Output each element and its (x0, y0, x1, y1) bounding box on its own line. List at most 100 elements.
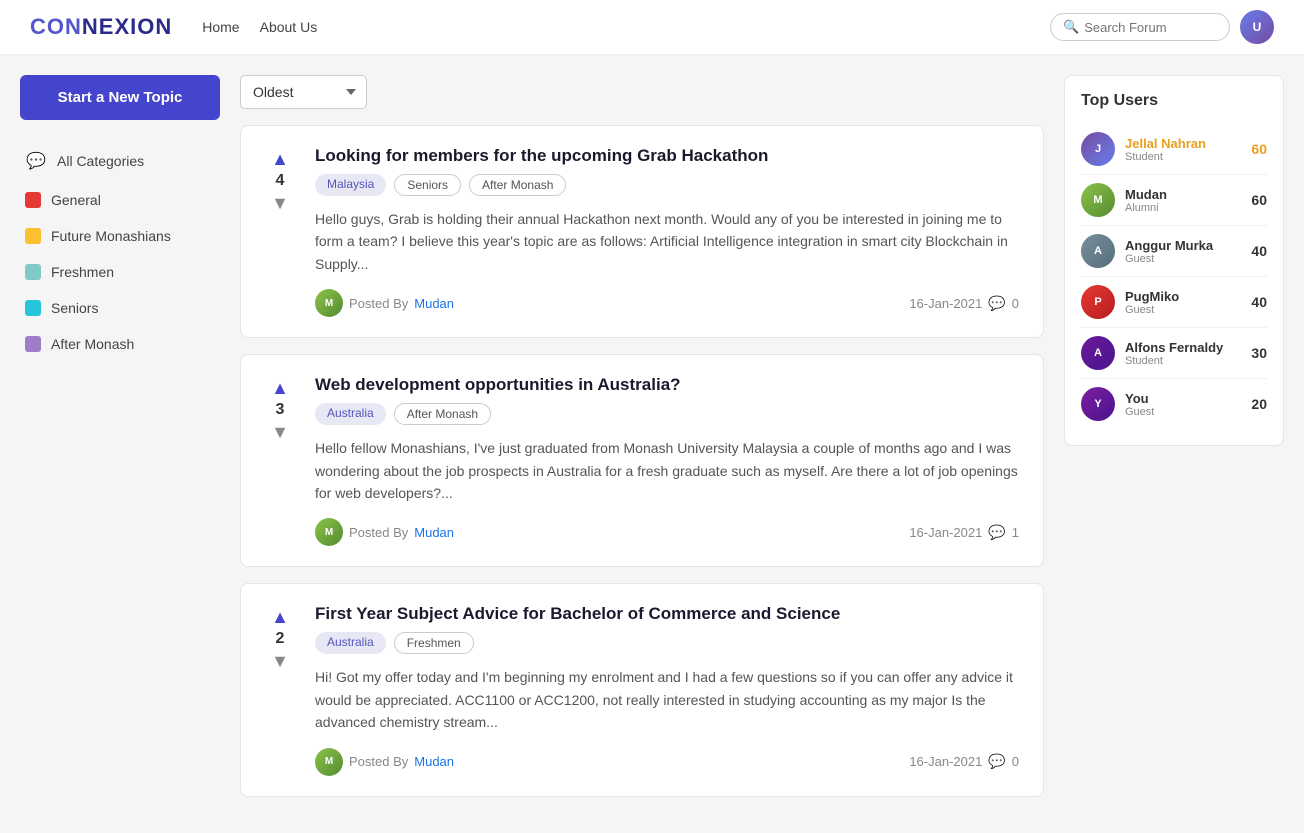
right-sidebar: Top Users J Jellal Nahran Student 60 M M… (1064, 75, 1284, 813)
user-row-jellal: J Jellal Nahran Student 60 (1081, 124, 1267, 175)
downvote-button-2[interactable]: ▼ (271, 423, 289, 441)
sidebar-item-freshmen[interactable]: Freshmen (20, 254, 220, 290)
sidebar-item-future[interactable]: Future Monashians (20, 218, 220, 254)
user-row-mudan: M Mudan Alumni 60 (1081, 175, 1267, 226)
userrole-pugmiko: Guest (1125, 304, 1232, 316)
userrole-jellal: Student (1125, 151, 1232, 163)
nav-home[interactable]: Home (202, 19, 239, 35)
avatar-mudan: M (1081, 183, 1115, 217)
tag-australia-3[interactable]: Australia (315, 632, 386, 654)
avatar-pugmiko: P (1081, 285, 1115, 319)
tag-australia-2[interactable]: Australia (315, 403, 386, 425)
comment-count-2: 1 (1012, 525, 1019, 540)
sidebar-item-label-freshmen: Freshmen (51, 264, 114, 280)
user-info-mudan: Mudan Alumni (1125, 187, 1232, 214)
username-pugmiko[interactable]: PugMiko (1125, 289, 1232, 304)
downvote-button-3[interactable]: ▼ (271, 652, 289, 670)
top-users-title: Top Users (1081, 92, 1267, 110)
freshmen-color-dot (25, 264, 41, 280)
tag-aftermonash-1[interactable]: After Monash (469, 174, 566, 196)
comment-icon-3: 💬 (988, 753, 1005, 770)
topic-date-1: 16-Jan-2021 (909, 296, 982, 311)
userscore-anggur: 40 (1242, 243, 1267, 259)
main-content: Oldest Newest Most Popular ▲ 4 ▼ Looking… (240, 75, 1044, 813)
tag-malaysia-1[interactable]: Malaysia (315, 174, 386, 196)
topic-poster-1: M Posted By Mudan (315, 289, 454, 317)
posted-by-label-2: Posted By (349, 525, 408, 540)
search-icon: 🔍 (1063, 19, 1079, 35)
userrole-you: Guest (1125, 406, 1232, 418)
topic-date-2: 16-Jan-2021 (909, 525, 982, 540)
user-avatar-header[interactable]: U (1240, 10, 1274, 44)
userrole-mudan: Alumni (1125, 202, 1232, 214)
tag-aftermonash-2[interactable]: After Monash (394, 403, 491, 425)
new-topic-button[interactable]: Start a New Topic (20, 75, 220, 120)
username-you[interactable]: You (1125, 391, 1232, 406)
nav-about[interactable]: About Us (260, 19, 318, 35)
logo: CONNEXION (30, 14, 172, 40)
userscore-you: 20 (1242, 396, 1267, 412)
search-box: 🔍 (1050, 13, 1230, 41)
comment-icon-1: 💬 (988, 295, 1005, 312)
general-color-dot (25, 192, 41, 208)
sidebar-item-label-future: Future Monashians (51, 228, 171, 244)
topic-body-2: Web development opportunities in Austral… (315, 375, 1019, 546)
topic-excerpt-2: Hello fellow Monashians, I've just gradu… (315, 437, 1019, 504)
poster-avatar-2: M (315, 518, 343, 546)
poster-name-3[interactable]: Mudan (414, 754, 454, 769)
user-row-anggur: A Anggur Murka Guest 40 (1081, 226, 1267, 277)
avatar-jellal: J (1081, 132, 1115, 166)
upvote-button-3[interactable]: ▲ (271, 608, 289, 626)
header-right: 🔍 U (1050, 10, 1274, 44)
sidebar: Start a New Topic 💬 All Categories Gener… (20, 75, 220, 813)
vote-count-1: 4 (276, 172, 285, 190)
userscore-mudan: 60 (1242, 192, 1267, 208)
user-info-jellal: Jellal Nahran Student (1125, 136, 1232, 163)
topic-title-2[interactable]: Web development opportunities in Austral… (315, 375, 1019, 395)
user-info-anggur: Anggur Murka Guest (1125, 238, 1232, 265)
poster-name-2[interactable]: Mudan (414, 525, 454, 540)
topic-body-3: First Year Subject Advice for Bachelor o… (315, 604, 1019, 775)
username-alfons[interactable]: Alfons Fernaldy (1125, 340, 1232, 355)
poster-name-1[interactable]: Mudan (414, 296, 454, 311)
topic-card-2: ▲ 3 ▼ Web development opportunities in A… (240, 354, 1044, 567)
poster-avatar-1: M (315, 289, 343, 317)
sidebar-item-all[interactable]: 💬 All Categories (20, 140, 220, 182)
username-mudan[interactable]: Mudan (1125, 187, 1232, 202)
sidebar-item-label-aftermonash: After Monash (51, 336, 134, 352)
main-nav: Home About Us (202, 19, 317, 35)
upvote-button-2[interactable]: ▲ (271, 379, 289, 397)
topic-title-3[interactable]: First Year Subject Advice for Bachelor o… (315, 604, 1019, 624)
sidebar-item-seniors[interactable]: Seniors (20, 290, 220, 326)
topic-meta-1: 16-Jan-2021 💬 0 (909, 295, 1019, 312)
vote-column-3: ▲ 2 ▼ (265, 604, 295, 775)
sidebar-item-label-all: All Categories (57, 153, 144, 169)
avatar-anggur: A (1081, 234, 1115, 268)
tag-freshmen-3[interactable]: Freshmen (394, 632, 474, 654)
seniors-color-dot (25, 300, 41, 316)
sidebar-item-aftermonash[interactable]: After Monash (20, 326, 220, 362)
username-anggur[interactable]: Anggur Murka (1125, 238, 1232, 253)
topic-meta-2: 16-Jan-2021 💬 1 (909, 524, 1019, 541)
username-jellal[interactable]: Jellal Nahran (1125, 136, 1232, 151)
posted-by-label-1: Posted By (349, 296, 408, 311)
poster-avatar-3: M (315, 748, 343, 776)
vote-count-3: 2 (276, 630, 285, 648)
comment-count-3: 0 (1012, 754, 1019, 769)
topic-card-3: ▲ 2 ▼ First Year Subject Advice for Bach… (240, 583, 1044, 796)
topic-footer-1: M Posted By Mudan 16-Jan-2021 💬 0 (315, 289, 1019, 317)
user-row-pugmiko: P PugMiko Guest 40 (1081, 277, 1267, 328)
topic-tags-2: Australia After Monash (315, 403, 1019, 425)
page-container: Start a New Topic 💬 All Categories Gener… (0, 55, 1304, 833)
downvote-button-1[interactable]: ▼ (271, 194, 289, 212)
vote-count-2: 3 (276, 401, 285, 419)
topic-title-1[interactable]: Looking for members for the upcoming Gra… (315, 146, 1019, 166)
tag-seniors-1[interactable]: Seniors (394, 174, 461, 196)
upvote-button-1[interactable]: ▲ (271, 150, 289, 168)
search-input[interactable] (1084, 20, 1217, 35)
topic-tags-1: Malaysia Seniors After Monash (315, 174, 1019, 196)
top-users-card: Top Users J Jellal Nahran Student 60 M M… (1064, 75, 1284, 446)
posted-by-label-3: Posted By (349, 754, 408, 769)
sort-dropdown[interactable]: Oldest Newest Most Popular (240, 75, 367, 109)
sidebar-item-general[interactable]: General (20, 182, 220, 218)
